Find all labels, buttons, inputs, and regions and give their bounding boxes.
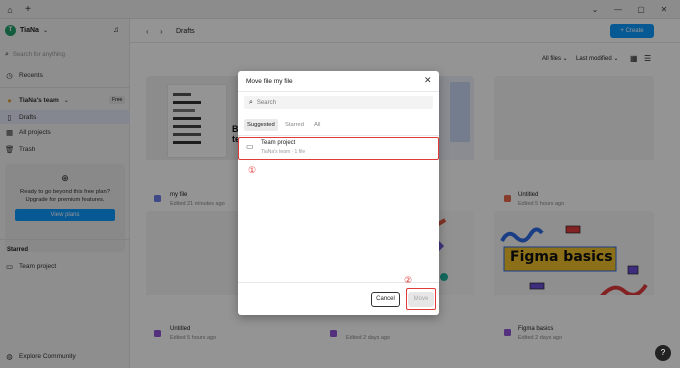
highlight-move-button — [406, 288, 436, 310]
search-field[interactable]: ⌕ Search — [244, 96, 433, 109]
help-button[interactable]: ? — [655, 345, 671, 361]
tab-suggested[interactable]: Suggested — [244, 119, 278, 131]
search-icon: ⌕ — [249, 98, 253, 106]
tab-all[interactable]: All — [314, 119, 320, 131]
search-input[interactable]: Search — [257, 100, 276, 106]
highlight-project-row — [238, 137, 439, 160]
cancel-button[interactable]: Cancel — [371, 292, 400, 307]
divider — [238, 135, 439, 136]
annotation-marker-1: ① — [248, 165, 257, 175]
divider — [238, 91, 439, 92]
tab-starred[interactable]: Starred — [285, 119, 304, 131]
close-icon[interactable]: ✕ — [424, 75, 432, 86]
dialog-title: Move file my file — [246, 78, 293, 85]
annotation-marker-2: ② — [404, 275, 413, 285]
